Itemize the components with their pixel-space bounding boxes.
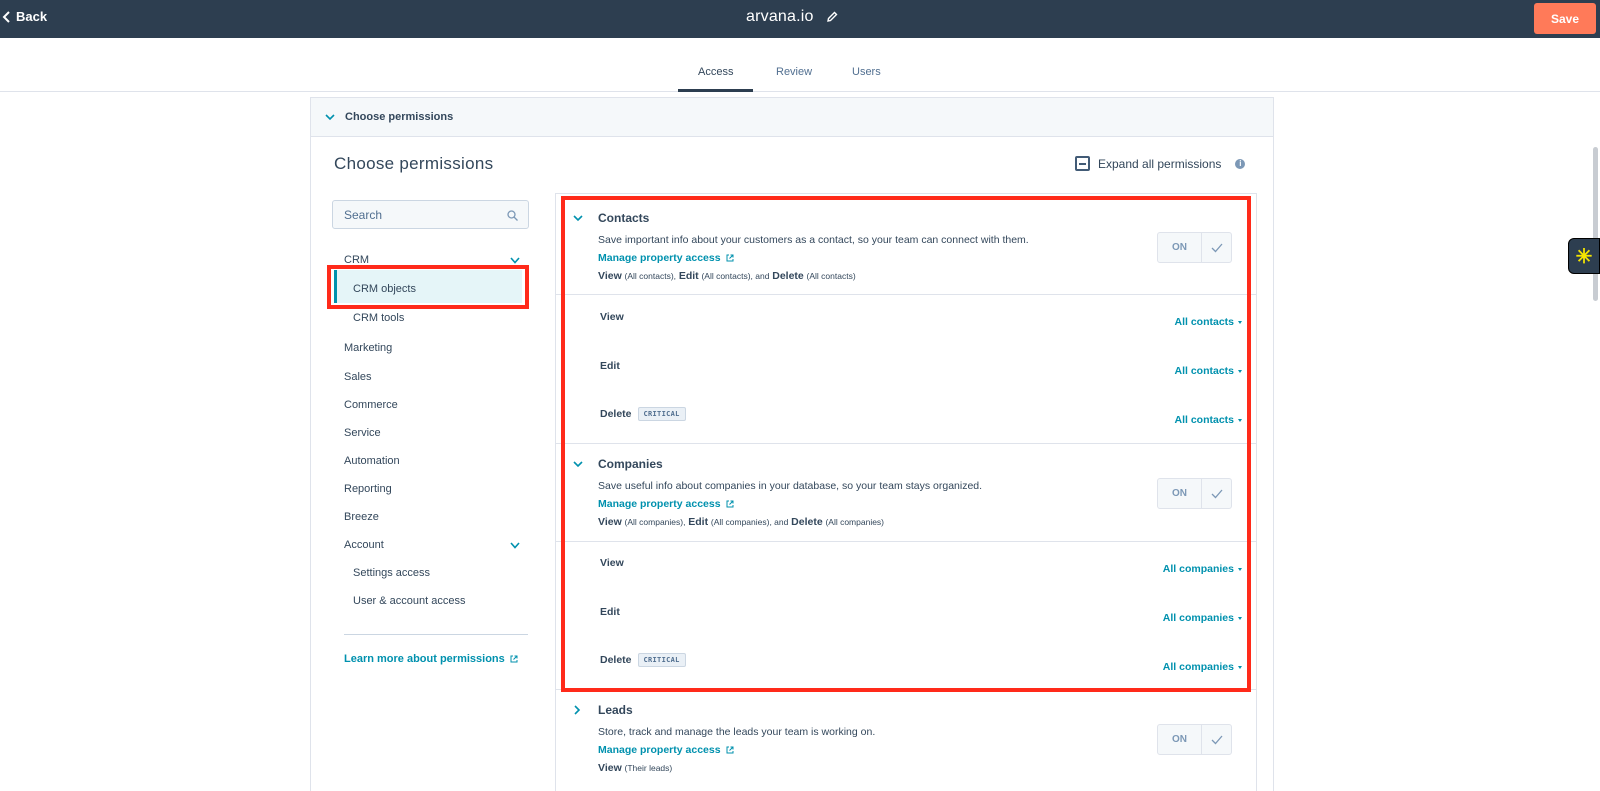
accordion-title: Choose permissions xyxy=(345,111,454,123)
leads-toggle[interactable]: ON xyxy=(1157,724,1232,755)
expand-all-control[interactable]: Expand all permissions i xyxy=(1075,156,1246,171)
tab-access[interactable]: Access xyxy=(678,66,754,92)
page-title: Choose permissions xyxy=(334,154,494,173)
sidebar-item-commerce[interactable]: Commerce xyxy=(344,399,398,411)
sidebar-item-automation[interactable]: Automation xyxy=(344,455,400,467)
sidebar-item-account[interactable]: Account xyxy=(344,539,384,551)
summary-view-scope: (Their leads) xyxy=(624,763,673,773)
page-scrollbar[interactable] xyxy=(1590,92,1600,791)
section-description: Store, track and manage the leads your t… xyxy=(598,726,876,738)
external-link-icon xyxy=(510,655,518,663)
manage-property-access-link[interactable]: Manage property access xyxy=(598,744,734,756)
scroll-thumb[interactable] xyxy=(1593,147,1598,301)
section-title-leads: Leads xyxy=(598,703,633,717)
permissions-card: Choose permissions Choose permissions Ex… xyxy=(310,97,1274,791)
search-icon xyxy=(507,210,518,221)
tab-users[interactable]: Users xyxy=(832,66,901,92)
sidebar-item-reporting[interactable]: Reporting xyxy=(344,483,392,495)
sidebar-item-crm-tools[interactable]: CRM tools xyxy=(353,312,404,324)
back-label: Back xyxy=(16,9,48,24)
summary-view: View xyxy=(598,762,622,774)
sidebar-item-breeze[interactable]: Breeze xyxy=(344,511,379,523)
search-input[interactable]: Search xyxy=(332,200,529,229)
chevron-left-icon xyxy=(2,10,10,23)
pencil-icon[interactable] xyxy=(826,11,838,23)
learn-more-label: Learn more about permissions xyxy=(344,653,505,665)
team-name-text: arvana.io xyxy=(746,8,814,25)
assistant-widget-icon[interactable]: ✳ xyxy=(1568,238,1600,274)
search-placeholder: Search xyxy=(344,207,383,222)
tab-review[interactable]: Review xyxy=(756,66,832,92)
chevron-down-icon xyxy=(325,114,335,121)
chevron-down-icon[interactable] xyxy=(510,542,520,549)
back-button[interactable]: Back xyxy=(2,9,47,24)
check-icon xyxy=(1211,735,1222,744)
sidebar-item-service[interactable]: Service xyxy=(344,427,381,439)
highlight-box-nav xyxy=(327,265,529,309)
tab-bar: Access Review Users xyxy=(0,38,1600,92)
save-button[interactable]: Save xyxy=(1534,3,1596,34)
expand-all-label: Expand all permissions xyxy=(1098,156,1222,171)
expand-all-checkbox[interactable] xyxy=(1075,156,1090,171)
learn-more-link[interactable]: Learn more about permissions xyxy=(344,653,518,665)
info-icon[interactable]: i xyxy=(1235,158,1246,169)
highlight-box-panel xyxy=(561,196,1251,692)
accordion-header[interactable]: Choose permissions xyxy=(311,98,1273,137)
toggle-label: ON xyxy=(1158,725,1202,754)
chevron-right-icon[interactable] xyxy=(573,705,581,715)
chevron-down-icon[interactable] xyxy=(510,257,520,264)
external-link-icon xyxy=(726,746,734,754)
sidebar-item-marketing[interactable]: Marketing xyxy=(344,342,392,354)
section-summary: View (Their leads) xyxy=(598,762,672,774)
sidebar-item-settings-access[interactable]: Settings access xyxy=(353,567,430,579)
team-name: arvana.io xyxy=(746,8,838,26)
sidebar-divider xyxy=(344,634,528,635)
manage-property-access-label: Manage property access xyxy=(598,744,721,756)
top-bar: Back arvana.io Save xyxy=(0,0,1600,38)
sidebar-item-sales[interactable]: Sales xyxy=(344,371,372,383)
sidebar-item-user-account-access[interactable]: User & account access xyxy=(353,595,466,607)
